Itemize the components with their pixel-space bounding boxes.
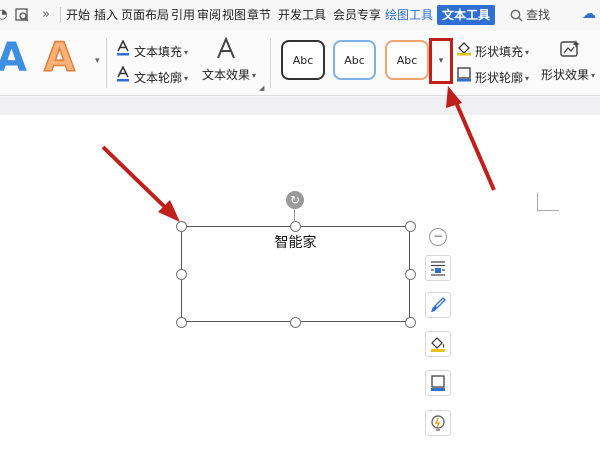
arrow-head-more-styles <box>446 86 462 108</box>
arrow-to-more-styles <box>453 99 496 191</box>
annotation-arrows <box>101 86 496 222</box>
arrow-to-textbox <box>101 145 172 214</box>
